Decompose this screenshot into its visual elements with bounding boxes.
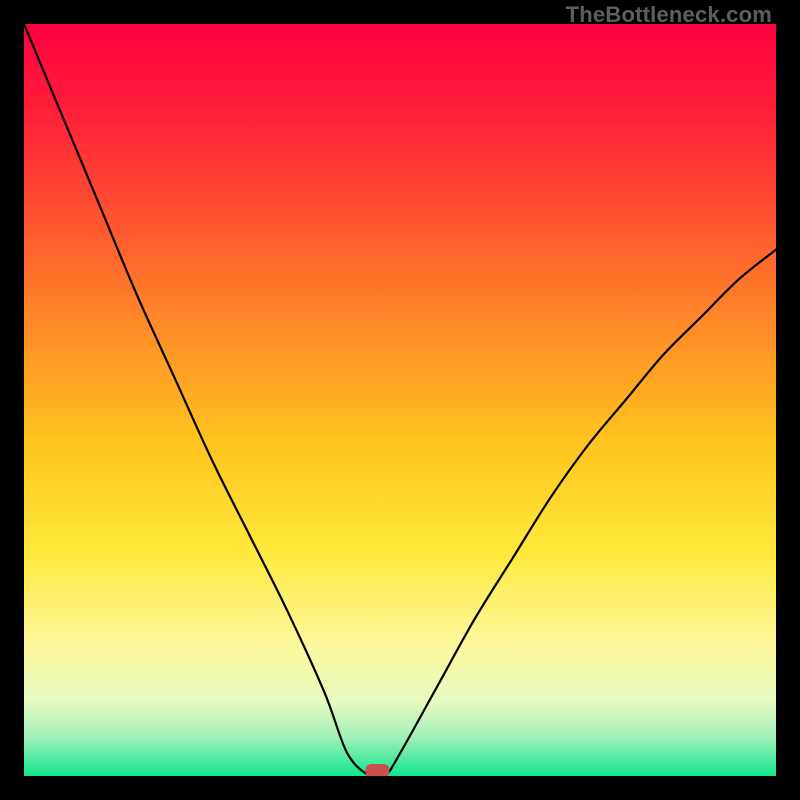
bottleneck-chart — [24, 24, 776, 776]
plot-area — [24, 24, 776, 776]
optimum-marker — [365, 764, 389, 776]
chart-frame: TheBottleneck.com — [0, 0, 800, 800]
gradient-background — [24, 24, 776, 776]
